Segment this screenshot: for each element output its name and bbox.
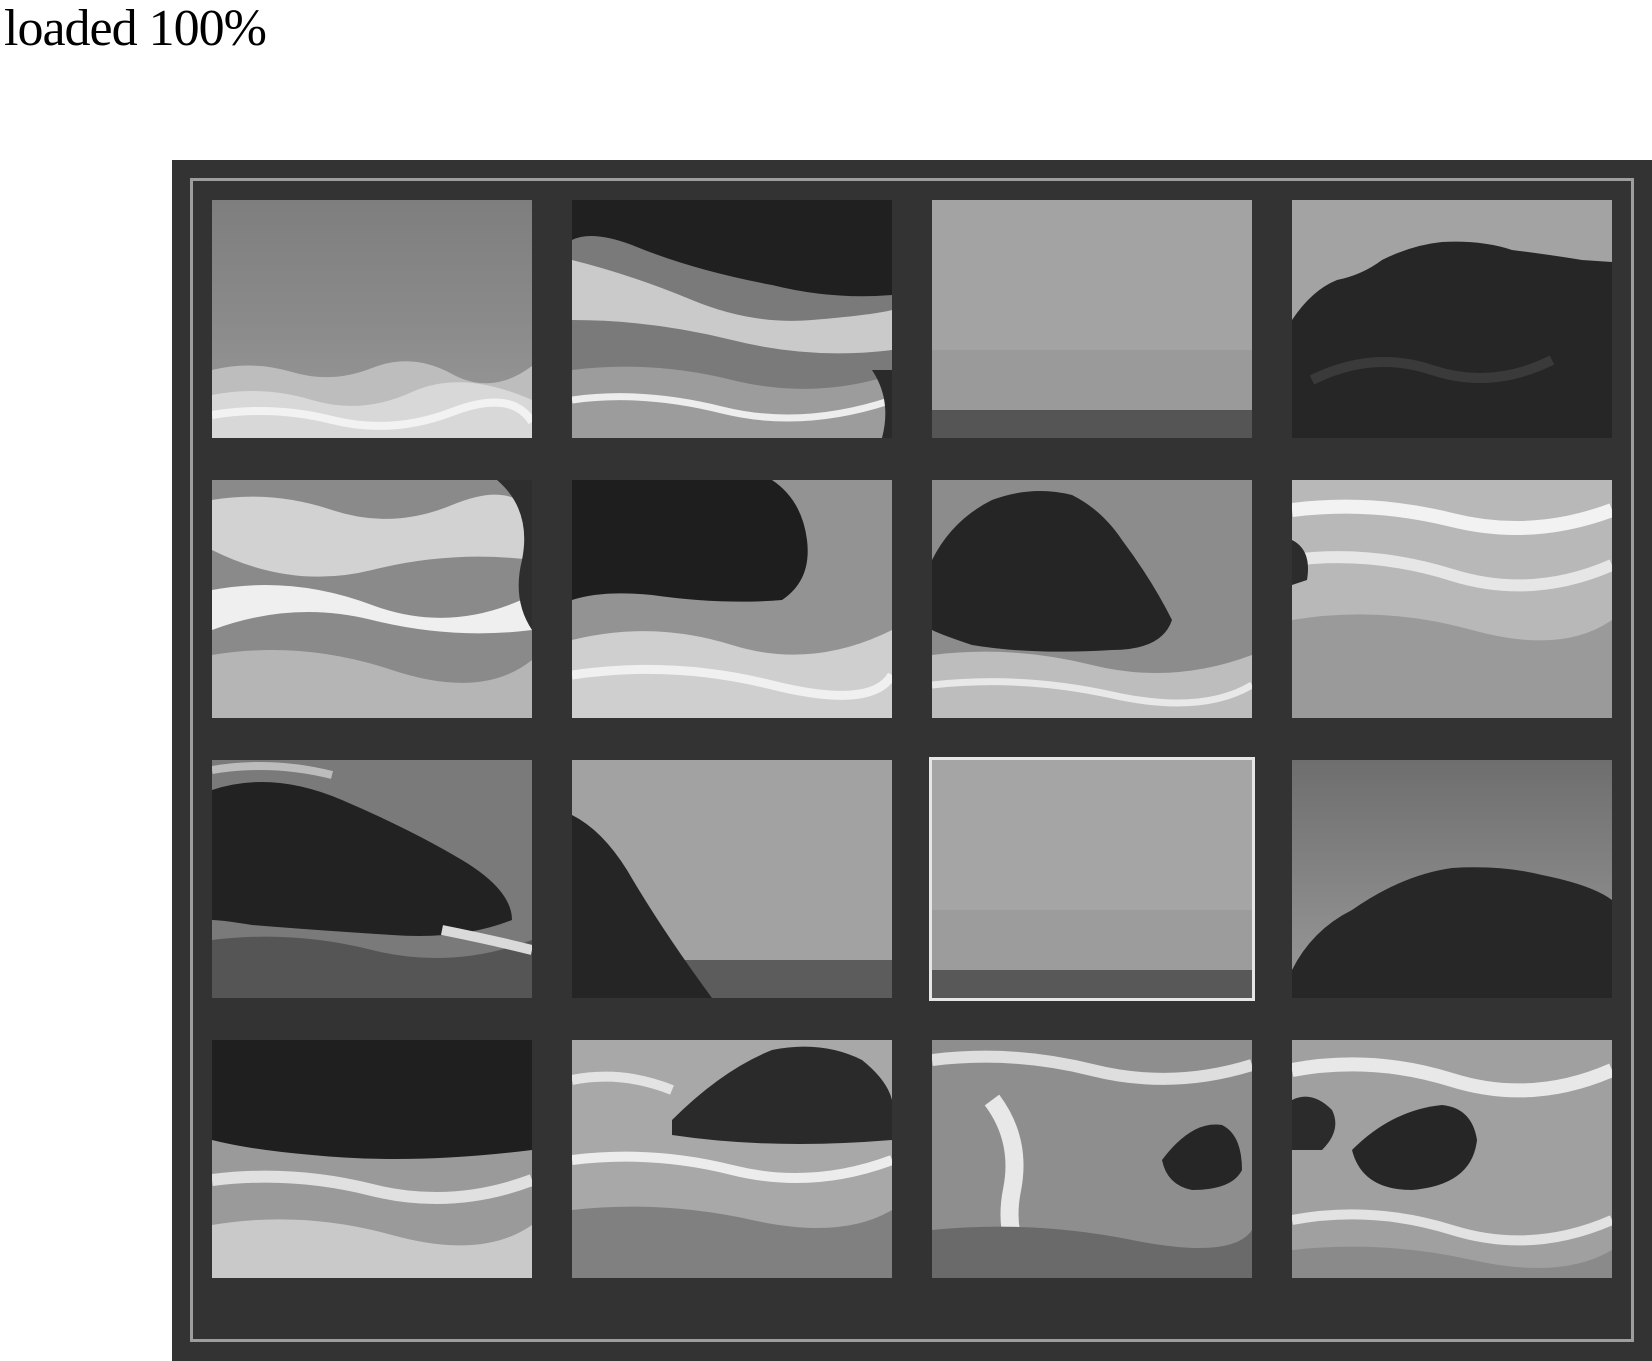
puzzle-tile-r2c4[interactable] [1292,480,1612,718]
puzzle-tile-r3c1[interactable] [212,760,532,998]
puzzle-tile-r4c3[interactable] [932,1040,1252,1278]
puzzle-tile-r2c1[interactable] [212,480,532,718]
puzzle-tile-r4c4[interactable] [1292,1040,1612,1278]
puzzle-tile-r3c3[interactable] [929,757,1255,1001]
puzzle-tile-r4c1[interactable] [212,1040,532,1278]
puzzle-tile-r2c2[interactable] [572,480,892,718]
puzzle-tile-r2c3[interactable] [932,480,1252,718]
puzzle-tile-r1c3[interactable] [932,200,1252,438]
puzzle-tile-r3c4[interactable] [1292,760,1612,998]
puzzle-tile-r1c2[interactable] [572,200,892,438]
puzzle-tile-r1c4[interactable] [1292,200,1612,438]
puzzle-tile-r3c2[interactable] [572,760,892,998]
loading-status: loaded 100% [4,0,267,57]
puzzle-tile-r4c2[interactable] [572,1040,892,1278]
puzzle-tile-r1c1[interactable] [212,200,532,438]
puzzle-board [172,160,1652,1361]
